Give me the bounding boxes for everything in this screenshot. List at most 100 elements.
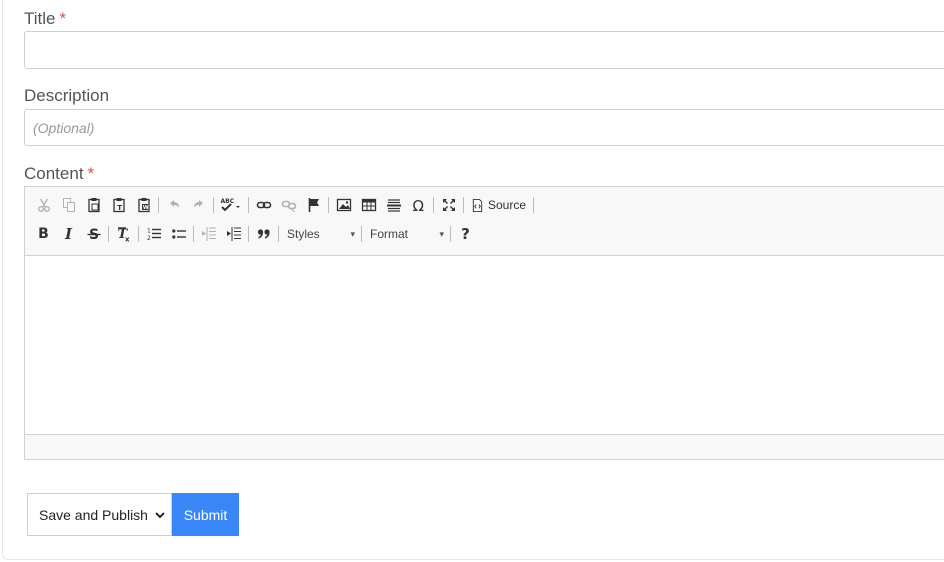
link-icon [256,201,271,209]
toolbar-separator [433,197,434,213]
flag-icon [308,198,319,212]
source-label: Source [488,198,527,212]
paste-word-button[interactable]: W [131,193,156,217]
toolbar-separator [533,197,535,213]
submit-button[interactable]: Submit [172,493,239,536]
source-button[interactable]: Source [466,193,531,217]
indent-icon [226,227,241,241]
quote-icon [257,229,270,239]
toolbar-separator [248,226,249,242]
description-label: Description [24,86,109,106]
strikethrough-icon: S [87,227,100,242]
content-required-mark: * [87,164,95,183]
copy-icon [62,198,75,212]
title-label: Title * [24,9,66,29]
toolbar-separator [463,197,464,213]
toolbar-separator [248,197,249,213]
maximize-button[interactable] [436,193,461,217]
styles-label: Styles [287,227,320,241]
svg-text:2: 2 [147,235,151,242]
format-dropdown[interactable]: Format ▾ [364,223,448,245]
bold-icon: B [38,226,49,242]
toolbar-separator [278,226,279,242]
format-label: Format [370,227,409,241]
source-icon [472,198,483,212]
cut-button[interactable] [31,193,56,217]
toolbar-separator [328,197,329,213]
italic-icon: I [64,225,73,243]
toolbar-separator [158,197,159,213]
chevron-down-icon [155,511,165,518]
rich-text-editor: T W ABC Ω Source B I S T x 1 2 Styles ▾ … [24,186,944,460]
publish-select-value: Save and Publish [39,506,148,523]
toolbar-separator [361,226,362,242]
bulleted-list-button[interactable] [166,222,191,246]
bulleted-list-icon [171,229,186,239]
svg-text:Ω: Ω [412,197,423,213]
title-input[interactable] [24,31,944,69]
toolbar-separator [108,226,109,242]
toolbar-separator [213,197,214,213]
spellcheck-button[interactable]: ABC [216,193,246,217]
svg-text:W: W [142,205,148,211]
outdent-button[interactable] [196,222,221,246]
svg-text:x: x [125,236,130,243]
copy-button[interactable] [56,193,81,217]
scissors-icon [37,198,50,212]
blockquote-button[interactable] [251,222,276,246]
undo-button[interactable] [161,193,186,217]
remove-format-icon: Tx [117,227,130,243]
maximize-icon [442,199,455,211]
spellcheck-icon: ABC [221,198,240,212]
toolbar-row-1: T W ABC Ω Source [31,192,536,218]
chevron-down-icon: ▾ [439,228,444,239]
table-button[interactable] [356,193,381,217]
redo-button[interactable] [186,193,211,217]
help-button[interactable]: ? [453,222,478,246]
toolbar-separator [193,226,194,242]
image-button[interactable] [331,193,356,217]
chevron-down-icon: ▾ [350,228,355,239]
remove-format-button[interactable]: Tx [111,222,136,246]
unlink-icon [281,200,296,213]
paste-text-icon: T [112,198,125,213]
undo-icon [169,200,179,208]
omega-icon: Ω [412,197,423,213]
publish-select[interactable]: Save and Publish [27,493,172,536]
numbered-list-icon: 12 [147,228,161,242]
editor-content-area[interactable] [25,256,944,436]
paste-button[interactable] [81,193,106,217]
title-label-text: Title [24,9,56,28]
table-icon [361,198,376,212]
editor-toolbar: T W ABC Ω Source B I S T x 1 2 Styles ▾ … [25,187,944,256]
question-icon: ? [461,225,470,243]
svg-text:1: 1 [147,228,151,235]
strike-button[interactable]: S [81,222,106,246]
paste-word-icon: W [137,198,150,213]
clipboard-icon [87,198,100,213]
bold-button[interactable]: B [31,222,56,246]
italic-button[interactable]: I [56,222,81,246]
horizontal-rule-icon [386,199,401,212]
paste-text-button[interactable]: T [106,193,131,217]
anchor-button[interactable] [301,193,326,217]
special-char-button[interactable]: Ω [406,193,431,217]
content-label: Content * [24,164,94,184]
link-button[interactable] [251,193,276,217]
redo-icon [193,200,203,208]
content-label-text: Content [24,164,84,183]
indent-button[interactable] [221,222,246,246]
description-label-text: Description [24,86,110,105]
svg-text:ABC: ABC [221,198,235,205]
horizontal-rule-button[interactable] [381,193,406,217]
unlink-button[interactable] [276,193,301,217]
outdent-icon [201,227,216,241]
toolbar-separator [138,226,139,242]
title-required-mark: * [59,9,67,28]
styles-dropdown[interactable]: Styles ▾ [281,223,359,245]
editor-status-bar [25,434,944,459]
description-input[interactable] [24,109,944,146]
numbered-list-button[interactable]: 12 [141,222,166,246]
toolbar-separator [450,226,451,242]
image-icon [336,198,351,212]
